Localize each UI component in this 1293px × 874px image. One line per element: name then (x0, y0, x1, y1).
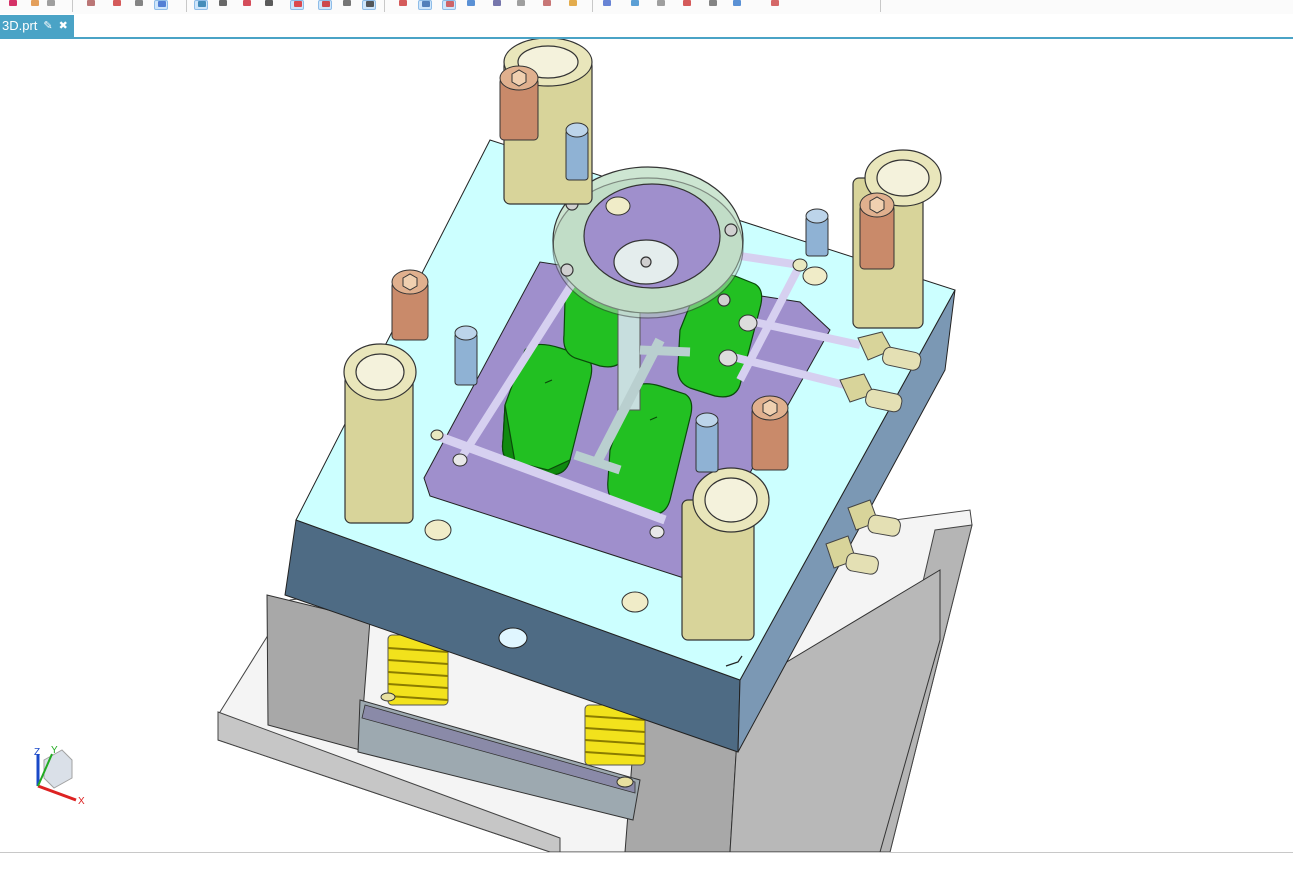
pencil-icon-glyph (446, 1, 454, 7)
edit-icon-glyph (631, 0, 639, 6)
view-orient-icon-glyph (467, 0, 475, 6)
pencil-icon[interactable] (442, 0, 456, 10)
dimension-icon-glyph (322, 1, 330, 7)
x-axis-arrow (37, 784, 77, 802)
cooling-plug (718, 349, 738, 367)
folder-icon[interactable] (566, 0, 580, 10)
open-icon-glyph (31, 0, 39, 6)
toolbar-separator (186, 0, 187, 12)
y-axis-label: Y (51, 745, 58, 756)
arc-icon-glyph (265, 0, 273, 6)
print-icon[interactable] (514, 0, 528, 10)
document-tab-title: 3D.prt (2, 18, 38, 33)
toolbar-separator (384, 0, 385, 12)
sketch-icon-glyph (422, 1, 430, 7)
z-axis-label: Z (34, 747, 40, 758)
plate-plug (424, 519, 452, 541)
cooling-plug (649, 525, 665, 539)
toolbar-separator (880, 0, 881, 12)
folder-icon-glyph (569, 0, 577, 6)
stop-pin (616, 776, 634, 788)
edit-icon[interactable] (628, 0, 642, 10)
toolbar-separator (72, 0, 73, 12)
save-icon-glyph (657, 0, 665, 6)
mold-assembly-model[interactable]: Z Y X (0, 39, 1293, 852)
close-icon[interactable]: ✖ (59, 15, 68, 37)
layer-icon-glyph (493, 0, 501, 6)
redo-icon-glyph (603, 0, 611, 6)
sketch-icon[interactable] (418, 0, 432, 10)
rotate-icon[interactable] (362, 0, 376, 10)
layer-icon[interactable] (490, 0, 504, 10)
plate-plug (605, 196, 631, 216)
open-icon[interactable] (28, 0, 42, 10)
tools-icon[interactable] (768, 0, 782, 10)
cube-icon-glyph (733, 0, 741, 6)
table-icon-glyph (683, 0, 691, 6)
line-icon[interactable] (216, 0, 230, 10)
shaded-view-icon[interactable] (154, 0, 168, 10)
redo-icon[interactable] (600, 0, 614, 10)
snap-point-icon-glyph (47, 0, 55, 6)
refresh-icon[interactable] (396, 0, 410, 10)
cooling-plug (792, 258, 808, 272)
box-icon-glyph (135, 0, 143, 6)
shaded-view-icon-glyph (158, 1, 166, 7)
measure-icon[interactable] (540, 0, 554, 10)
snap-point-icon[interactable] (44, 0, 58, 10)
x-axis-label: X (78, 796, 85, 807)
stop-pin (380, 692, 396, 702)
constraint-icon-glyph (294, 1, 302, 7)
tools-icon-glyph (771, 0, 779, 6)
measure-icon-glyph (543, 0, 551, 6)
save-icon[interactable] (654, 0, 668, 10)
view-triad: Z Y X (34, 745, 85, 807)
view-orient-icon[interactable] (464, 0, 478, 10)
cooling-plug (452, 453, 468, 467)
render-icon-glyph (709, 0, 717, 6)
undo-icon-glyph (9, 0, 17, 6)
refresh-icon-glyph (399, 0, 407, 6)
graphics-viewport[interactable]: Z Y X (0, 39, 1293, 852)
axis-icon-glyph (343, 0, 351, 6)
cooling-port (498, 627, 528, 649)
table-icon[interactable] (680, 0, 694, 10)
main-toolbar (0, 0, 1293, 15)
plate-plug (621, 591, 649, 613)
box-icon[interactable] (132, 0, 146, 10)
cooling-plug (738, 314, 758, 332)
arc-icon[interactable] (262, 0, 276, 10)
document-tab[interactable]: 3D.prt ✎ ✖ (0, 15, 74, 37)
render-icon[interactable] (706, 0, 720, 10)
arrow-icon[interactable] (240, 0, 254, 10)
cube-icon[interactable] (730, 0, 744, 10)
arrow-icon-glyph (243, 0, 251, 6)
undo-icon[interactable] (6, 0, 20, 10)
cooling-plug (430, 429, 444, 441)
document-edit-icon[interactable]: ✎ (43, 15, 52, 37)
axis-icon[interactable] (340, 0, 354, 10)
select-window-icon[interactable] (110, 0, 124, 10)
wireframe-icon-glyph (198, 1, 206, 7)
line-icon-glyph (219, 0, 227, 6)
status-bar (0, 852, 1293, 874)
print-icon-glyph (517, 0, 525, 6)
move-icon-glyph (87, 0, 95, 6)
dimension-icon[interactable] (318, 0, 332, 10)
select-window-icon-glyph (113, 0, 121, 6)
constraint-icon[interactable] (290, 0, 304, 10)
toolbar-separator (592, 0, 593, 12)
wireframe-icon[interactable] (194, 0, 208, 10)
plate-plug (802, 266, 828, 286)
document-tab-bar: 3D.prt ✎ ✖ (0, 14, 1293, 39)
rotate-icon-glyph (366, 1, 374, 7)
move-icon[interactable] (84, 0, 98, 10)
